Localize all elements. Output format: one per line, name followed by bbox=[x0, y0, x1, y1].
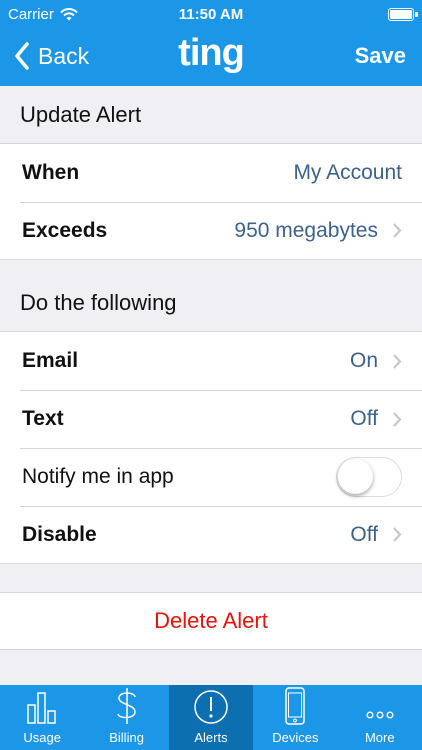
battery-icon bbox=[388, 8, 418, 21]
tab-devices-label: Devices bbox=[272, 730, 319, 745]
email-value: On bbox=[350, 349, 402, 373]
text-label: Text bbox=[22, 407, 64, 430]
tab-billing[interactable]: Billing bbox=[84, 685, 168, 750]
tab-alerts-label: Alerts bbox=[194, 730, 228, 745]
text-row[interactable]: Text Off bbox=[0, 390, 422, 448]
exceeds-value: 950 megabytes bbox=[234, 219, 402, 243]
phone-icon bbox=[285, 687, 306, 725]
section-header-actions: Do the following bbox=[0, 260, 422, 332]
nav-bar: Back ting Save bbox=[0, 30, 422, 86]
chevron-right-icon bbox=[393, 223, 402, 238]
notify-label: Notify me in app bbox=[22, 465, 174, 488]
email-label: Email bbox=[22, 349, 79, 372]
tab-billing-label: Billing bbox=[109, 730, 144, 745]
email-value-text: On bbox=[349, 349, 378, 372]
text-value-text: Off bbox=[350, 407, 378, 430]
when-value: My Account bbox=[293, 161, 402, 185]
bar-chart-icon bbox=[27, 692, 56, 724]
section-header-update: Update Alert bbox=[0, 86, 422, 144]
when-row[interactable]: When My Account bbox=[0, 144, 422, 202]
disable-label: Disable bbox=[22, 522, 97, 546]
save-button[interactable]: Save bbox=[355, 43, 406, 69]
disable-row[interactable]: Disable Off bbox=[0, 506, 422, 564]
notify-row: Notify me in app bbox=[0, 448, 422, 506]
exceeds-value-text: 950 megabytes bbox=[234, 218, 378, 242]
dollar-icon bbox=[116, 688, 136, 724]
tab-alerts[interactable]: Alerts bbox=[168, 685, 254, 750]
tab-devices[interactable]: Devices bbox=[253, 685, 337, 750]
tab-more[interactable]: More bbox=[338, 685, 422, 750]
more-icon bbox=[366, 711, 394, 719]
tab-usage-label: Usage bbox=[23, 730, 61, 745]
tab-more-label: More bbox=[364, 730, 395, 745]
chevron-right-icon bbox=[393, 411, 402, 427]
tab-bar: Usage Billing Alerts Devices More bbox=[0, 685, 422, 750]
header: Carrier 11:50 AM Back ting Save bbox=[0, 0, 422, 86]
status-time: 11:50 AM bbox=[178, 6, 244, 23]
status-bar: Carrier 11:50 AM bbox=[0, 0, 422, 30]
disable-value: Off bbox=[350, 523, 402, 547]
alert-icon bbox=[194, 690, 228, 724]
chevron-right-icon bbox=[393, 353, 402, 369]
when-label: When bbox=[22, 161, 80, 184]
when-value-text: My Account bbox=[293, 161, 402, 184]
delete-alert-button[interactable]: Delete Alert bbox=[0, 592, 422, 650]
notify-toggle[interactable] bbox=[336, 457, 402, 497]
exceeds-row[interactable]: Exceeds 950 megabytes bbox=[0, 202, 422, 260]
text-value: Off bbox=[350, 407, 402, 431]
alert-form: Update Alert When My Account Exceeds 950… bbox=[0, 86, 422, 650]
toggle-knob bbox=[338, 459, 373, 494]
tab-usage[interactable]: Usage bbox=[0, 685, 84, 750]
email-row[interactable]: Email On bbox=[0, 332, 422, 390]
disable-value-text: Off bbox=[350, 522, 378, 546]
chevron-right-icon bbox=[393, 527, 402, 542]
exceeds-label: Exceeds bbox=[22, 218, 108, 242]
